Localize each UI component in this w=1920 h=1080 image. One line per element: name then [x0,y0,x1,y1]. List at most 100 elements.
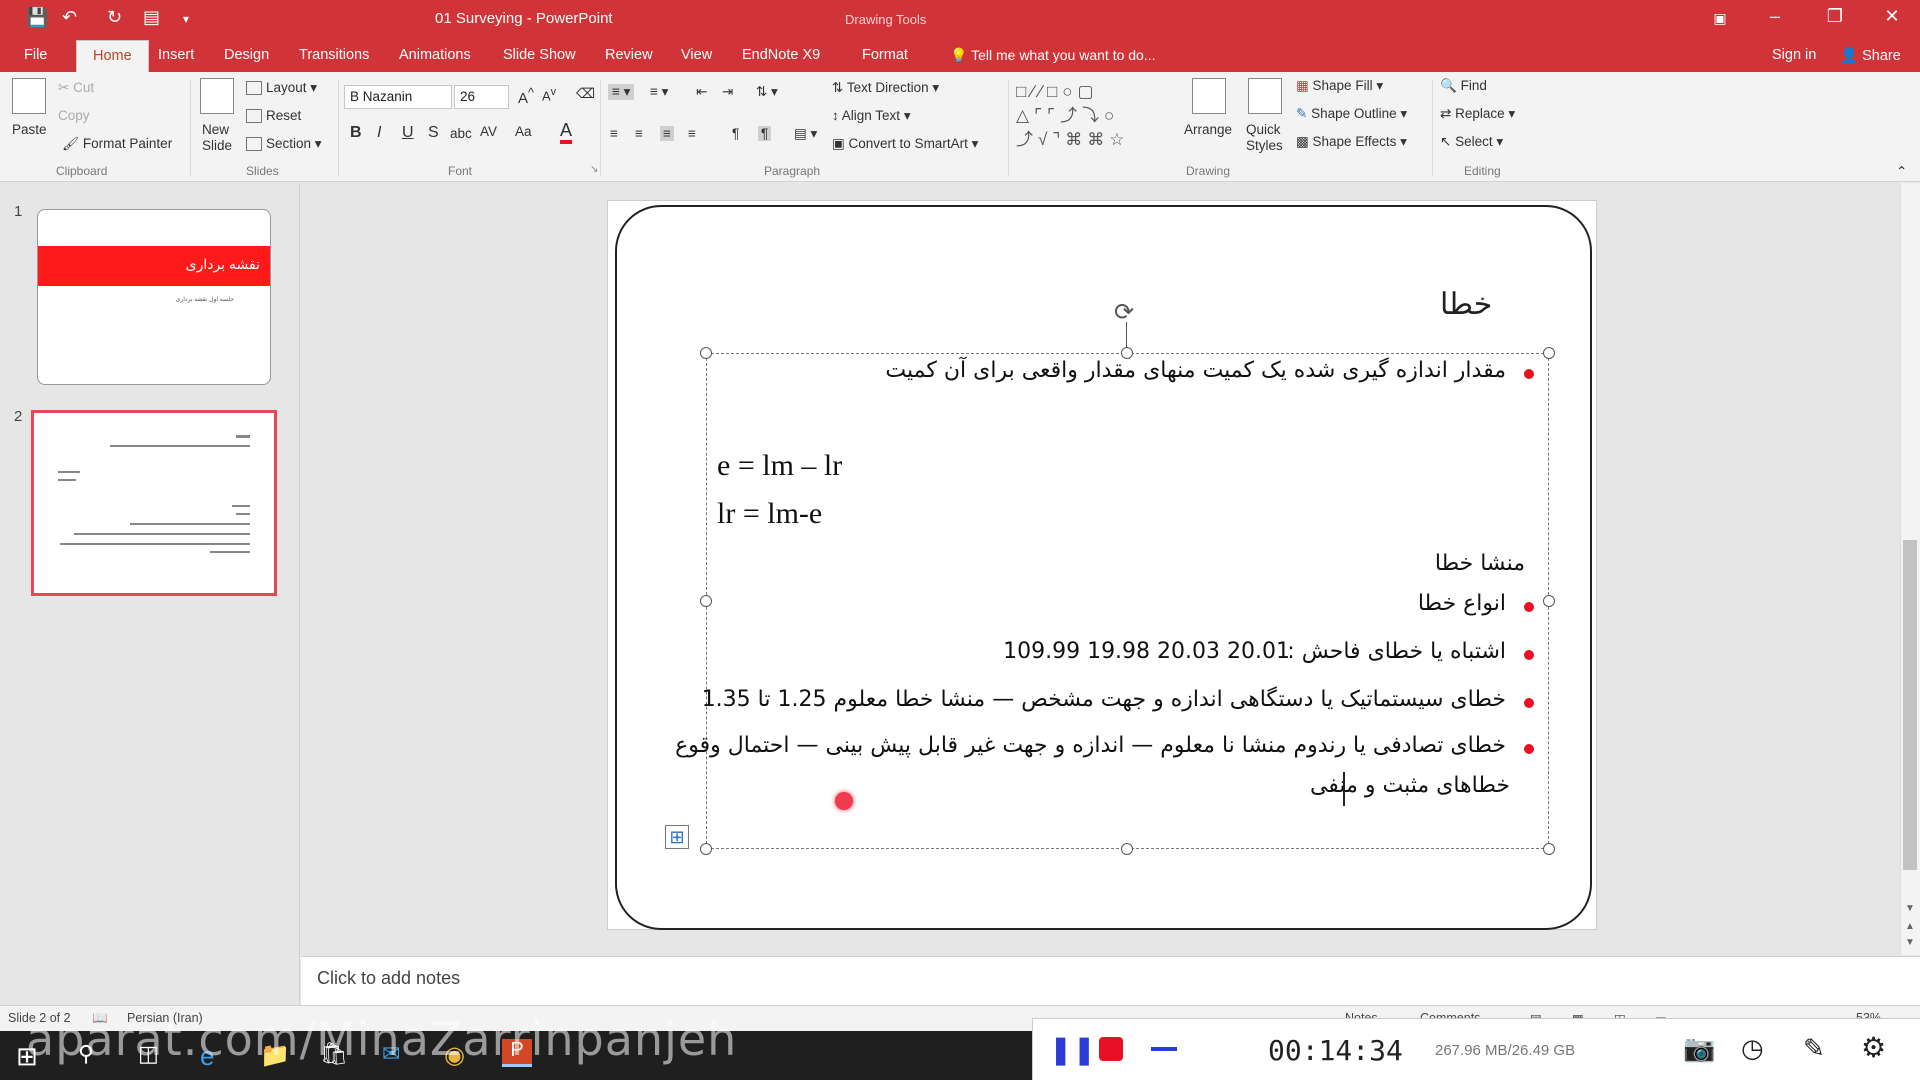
cut-button[interactable]: ✂ Cut [58,80,94,96]
paste-icon[interactable] [12,78,46,114]
arrange-button[interactable]: Arrange [1184,122,1232,137]
rotate-handle-icon[interactable]: ⟳ [1114,298,1134,327]
quick-styles-button[interactable]: Quick Styles [1246,122,1290,154]
schedule-icon[interactable]: ◷ [1741,1033,1764,1064]
shape-fill-button[interactable]: ▦ Shape Fill ▾ [1296,78,1383,94]
undo-icon[interactable]: ↶ [62,7,77,28]
bullets-icon[interactable]: ≡ ▾ [608,84,635,100]
convert-smartart-button[interactable]: ▣ Convert to SmartArt ▾ [832,136,978,152]
prev-slide-icon[interactable]: ▲ [1905,921,1915,932]
resize-handle[interactable] [1121,347,1133,359]
tab-file[interactable]: File [24,47,47,63]
scrollbar-thumb[interactable] [1903,540,1917,870]
resize-handle[interactable] [700,347,712,359]
tell-me-search[interactable]: 💡 Tell me what you want to do... [950,47,1156,64]
camera-icon[interactable]: 📷 [1683,1033,1715,1064]
shape-outline-button[interactable]: ✎ Shape Outline ▾ [1296,106,1407,122]
notes-pane[interactable]: Click to add notes [301,956,1920,1006]
change-case-button[interactable]: Aa [515,124,532,139]
align-text-button[interactable]: ↕ Align Text ▾ [832,108,911,124]
align-left-icon[interactable]: ≡ [610,126,618,141]
align-center-icon[interactable]: ≡ [635,126,643,141]
shape-effects-button[interactable]: ▩ Shape Effects ▾ [1296,134,1407,150]
next-slide-icon[interactable]: ▼ [1905,937,1915,948]
underline-button[interactable]: U [402,124,414,142]
slide-title[interactable]: خطا [1440,287,1492,322]
quick-styles-icon[interactable] [1248,78,1282,114]
pause-icon[interactable]: ❚❚ [1049,1033,1096,1066]
ribbon-display-icon[interactable]: ▣ [1700,10,1740,27]
tab-format[interactable]: Format [862,47,908,63]
copy-button[interactable]: Copy [58,108,90,123]
content-textbox[interactable]: مقدار اندازه گیری شده یک کمیت منهای مقدا… [675,353,1549,849]
slide-thumbnail-1[interactable]: نقشه برداری جلسه اول نقشه برداری [37,209,271,385]
numbering-icon[interactable]: ≡ ▾ [650,84,668,100]
decrease-indent-icon[interactable]: ⇤ [696,84,707,100]
tab-endnote[interactable]: EndNote X9 [742,47,820,63]
replace-button[interactable]: ⇄ Replace ▾ [1440,106,1515,122]
line-spacing-icon[interactable]: ⇅ ▾ [756,84,778,100]
tab-view[interactable]: View [681,47,712,63]
strikethrough-icon[interactable]: abc [450,126,472,141]
tab-slide-show[interactable]: Slide Show [503,47,576,63]
tab-insert[interactable]: Insert [158,47,194,63]
font-dialog-launcher-icon[interactable]: ↘ [590,164,598,175]
tab-design[interactable]: Design [224,47,269,63]
minimize-recorder-icon[interactable] [1151,1047,1177,1051]
stop-record-icon[interactable] [1099,1037,1123,1061]
tab-transitions[interactable]: Transitions [299,47,369,63]
shadow-button[interactable]: S [428,124,439,142]
font-color-icon[interactable]: A [560,120,573,144]
resize-handle[interactable] [1543,347,1555,359]
font-size-combo[interactable]: 26 [454,85,509,109]
scroll-down-icon[interactable]: ▼ [1905,903,1915,914]
text-direction-button[interactable]: ⇅ Text Direction ▾ [832,80,939,96]
resize-handle[interactable] [1543,595,1555,607]
start-slideshow-icon[interactable]: ▤ [143,7,160,28]
resize-handle[interactable] [700,595,712,607]
slide-thumbnail-2[interactable] [31,410,277,596]
annotate-icon[interactable]: ✎ [1803,1033,1825,1064]
shapes-gallery[interactable]: □∕∕□○▢ △⌜⌜⤴⤵○ ⤴√⌝⌘⌘☆ [1016,80,1166,156]
sign-in-link[interactable]: Sign in [1772,47,1816,63]
layout-button[interactable]: Layout ▾ [246,80,317,96]
justify-icon[interactable]: ≡ [688,126,696,141]
align-right-icon[interactable]: ≡ [660,126,674,141]
rtl-icon[interactable]: ¶ [758,126,772,141]
close-icon[interactable]: ✕ [1872,6,1912,27]
resize-handle[interactable] [1121,843,1133,855]
find-button[interactable]: 🔍 Find [1440,78,1487,94]
paste-button[interactable]: Paste [12,122,47,137]
new-slide-icon[interactable] [200,78,234,114]
new-slide-button[interactable]: New Slide [202,122,242,154]
tab-home[interactable]: Home [76,40,149,73]
settings-gear-icon[interactable]: ⚙ [1861,1031,1886,1064]
shrink-font-icon[interactable]: Av [542,86,556,103]
bold-button[interactable]: B [350,124,362,142]
format-painter-button[interactable]: 🖌 Format Painter [62,136,172,152]
reset-button[interactable]: Reset [246,108,301,124]
section-button[interactable]: Section ▾ [246,136,322,152]
clear-formatting-icon[interactable]: ⌫ [576,86,595,102]
redo-icon[interactable]: ↻ [107,7,122,28]
arrange-icon[interactable] [1192,78,1226,114]
resize-handle[interactable] [700,843,712,855]
select-button[interactable]: ↖ Select ▾ [1440,134,1503,150]
tab-animations[interactable]: Animations [399,47,471,63]
autofit-options-icon[interactable]: ⊞ [665,825,689,849]
columns-icon[interactable]: ▤ ▾ [794,126,817,142]
ltr-icon[interactable]: ¶ [732,126,739,141]
character-spacing-button[interactable]: AV [480,124,497,139]
customize-qat-icon[interactable]: ▾ [183,12,189,26]
grow-font-icon[interactable]: A^ [518,86,534,107]
resize-handle[interactable] [1543,843,1555,855]
save-icon[interactable]: 💾 [26,7,48,28]
italic-button[interactable]: I [377,124,381,142]
font-name-combo[interactable]: B Nazanin [344,85,452,109]
increase-indent-icon[interactable]: ⇥ [722,84,733,100]
maximize-icon[interactable]: ❐ [1815,6,1855,27]
minimize-icon[interactable]: – [1755,6,1795,27]
collapse-ribbon-icon[interactable]: ⌃ [1896,164,1907,180]
share-button[interactable]: 👤 Share [1840,47,1901,64]
tab-review[interactable]: Review [605,47,653,63]
